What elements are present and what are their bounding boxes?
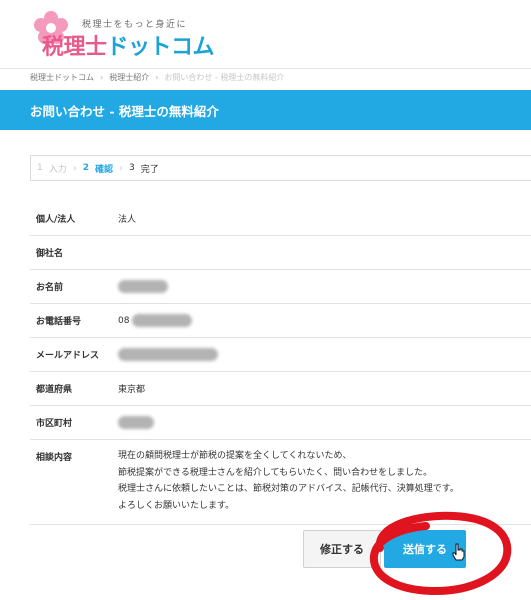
phone-prefix: 08	[118, 316, 130, 326]
row-value: 東京都	[118, 385, 146, 395]
row-value	[118, 348, 531, 361]
table-row: 相談内容 現在の顧問税理士が節税の提案を全くしてくれないため、 節税提案ができる…	[30, 440, 531, 525]
redacted-city	[118, 416, 154, 429]
progress-steps: 1 入力 › 2 確認 › 3 完了	[30, 155, 531, 181]
row-value: 08	[118, 314, 531, 327]
breadcrumb: 税理士ドットコム › 税理士紹介 › お問い合わせ - 税理士の無料紹介	[0, 68, 531, 86]
hand-cursor-icon	[452, 543, 465, 561]
table-row: 市区町村	[30, 406, 531, 440]
table-row: お電話番号 08	[30, 304, 531, 338]
step-complete: 3 完了	[123, 162, 165, 175]
consultation-text: 現在の顧問税理士が節税の提案を全くしてくれないため、 節税提案ができる税理士さん…	[118, 440, 531, 524]
logo-name: 税理士ドットコム	[42, 29, 215, 61]
row-label: 都道府県	[36, 385, 73, 395]
consultation-line: 現在の顧問税理士が節税の提案を全くしてくれないため、	[118, 451, 352, 461]
step-label: 完了	[140, 164, 159, 175]
step-label: 入力	[48, 164, 67, 175]
step-input: 1 入力	[31, 162, 73, 175]
row-label: 相談内容	[36, 453, 73, 463]
table-row: メールアドレス	[30, 338, 531, 372]
redacted-phone	[132, 314, 193, 327]
breadcrumb-separator: ›	[155, 73, 159, 82]
step-confirm: 2 確認	[77, 162, 119, 175]
step-number: 2	[82, 163, 90, 173]
breadcrumb-item-current: お問い合わせ - 税理士の無料紹介	[164, 73, 285, 82]
table-row: お名前	[30, 270, 531, 304]
table-row: 御社名	[30, 236, 531, 270]
consultation-line: 税理士さんに依頼したいことは、節税対策のアドバイス、記帳代行、決算処理です。	[118, 484, 459, 494]
row-value	[118, 280, 531, 293]
row-label: 御社名	[36, 249, 64, 259]
consultation-line: よろしくお願いいたします。	[118, 500, 235, 511]
consultation-line: 節税提案ができる税理士さんを紹介してもらいたく、問い合わせをしました。	[118, 467, 433, 478]
redacted-email	[118, 348, 218, 361]
page-title-bar: お問い合わせ - 税理士の無料紹介	[0, 90, 531, 130]
step-number: 3	[129, 163, 135, 173]
site-logo[interactable]: 税理士をもっと身近に 税理士ドットコム	[30, 8, 290, 61]
row-label: お電話番号	[36, 317, 82, 327]
breadcrumb-separator: ›	[100, 73, 104, 82]
row-label: 個人/法人	[36, 215, 76, 225]
row-label: お名前	[36, 283, 64, 293]
breadcrumb-item-home[interactable]: 税理士ドットコム	[30, 72, 94, 83]
row-label: メールアドレス	[36, 351, 100, 361]
step-number: 1	[37, 163, 43, 173]
confirmation-table: 個人/法人 法人 御社名 お名前 お電話番号 08 メールアドレス 都道府県 東…	[30, 202, 531, 525]
page-title: お問い合わせ - 税理士の無料紹介	[30, 103, 219, 119]
table-row: 個人/法人 法人	[30, 202, 531, 236]
row-label: 市区町村	[36, 419, 73, 429]
logo-name-part1: 税理士	[42, 35, 107, 60]
table-row: 都道府県 東京都	[30, 372, 531, 406]
breadcrumb-item-referral[interactable]: 税理士紹介	[109, 72, 149, 83]
step-label: 確認	[95, 164, 114, 175]
row-value	[118, 416, 531, 429]
row-value: 法人	[118, 215, 137, 225]
redacted-name	[118, 280, 168, 293]
edit-button[interactable]: 修正する	[303, 530, 381, 568]
logo-name-part2: ドットコム	[106, 35, 215, 60]
